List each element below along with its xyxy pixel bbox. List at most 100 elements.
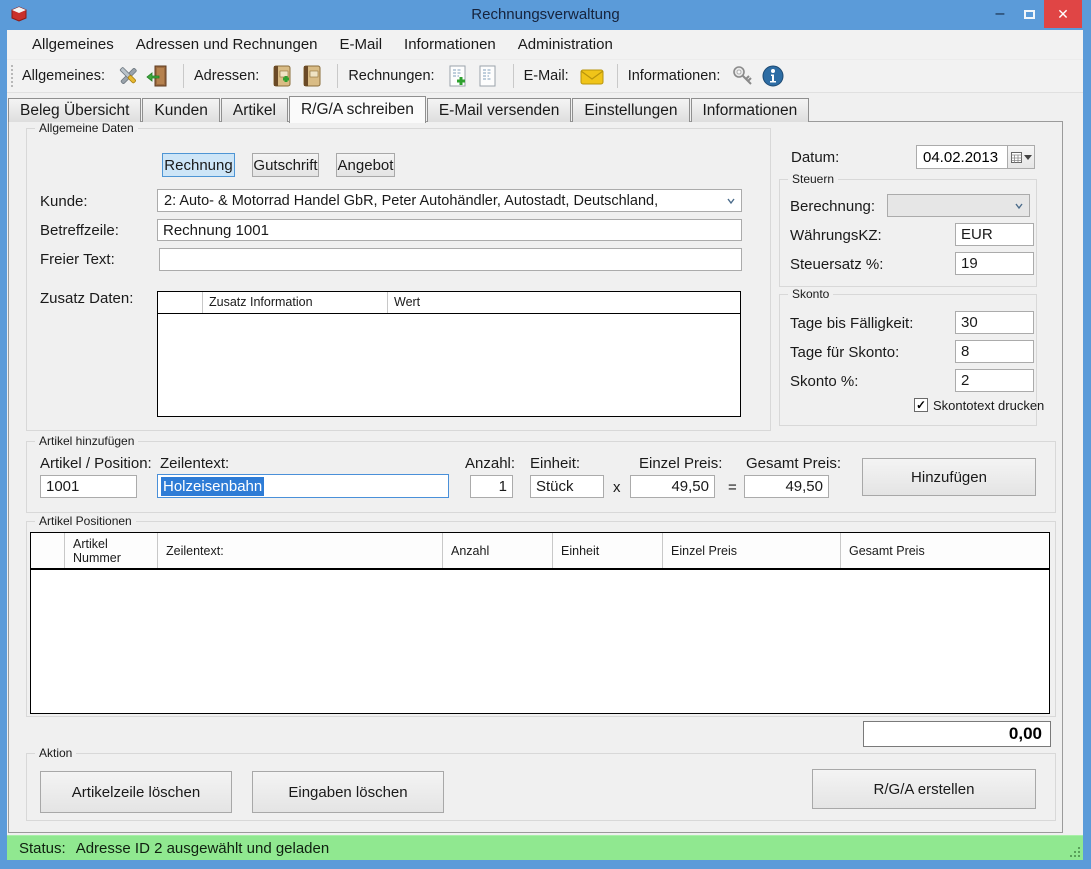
toolbar: Allgemeines: Adressen: <box>7 60 1083 93</box>
grid-header-artikel-nummer: Artikel Nummer <box>65 533 158 568</box>
info-icon <box>761 64 785 88</box>
groupbox-artikel-hinzufuegen: Artikel hinzufügen Artikel / Position: Z… <box>26 441 1056 513</box>
menu-allgemeines[interactable]: Allgemeines <box>21 31 125 58</box>
zusatz-table-header: Zusatz Information Wert <box>158 292 740 314</box>
tage-fuer-skonto-input[interactable] <box>955 340 1034 363</box>
menu-email[interactable]: E-Mail <box>329 31 394 58</box>
kunde-selected-value: 2: Auto- & Motorrad Handel GbR, Peter Au… <box>164 193 658 209</box>
betreffzeile-label: Betreffzeile: <box>40 222 119 239</box>
add-address-button[interactable] <box>267 62 297 90</box>
gesamt-preis-label: Gesamt Preis: <box>746 455 841 472</box>
status-message: Adresse ID 2 ausgewählt und geladen <box>76 840 330 857</box>
kunde-select[interactable]: 2: Auto- & Motorrad Handel GbR, Peter Au… <box>157 189 742 212</box>
hinzufuegen-button[interactable]: Hinzufügen <box>862 458 1036 496</box>
doc-type-gutschrift-button[interactable]: Gutschrift <box>252 153 319 177</box>
zeilentext-input[interactable]: Holzeisenbahn <box>157 474 449 498</box>
steuersatz-input[interactable] <box>955 252 1034 275</box>
gesamt-summe-field[interactable]: 0,00 <box>863 721 1051 747</box>
invoice-add-icon <box>446 64 470 88</box>
menu-adressen-und-rechnungen[interactable]: Adressen und Rechnungen <box>125 31 329 58</box>
zusatz-header-selector <box>158 292 203 313</box>
minimize-icon: – <box>996 5 1005 23</box>
tab-informationen[interactable]: Informationen <box>691 98 810 122</box>
app-window: Rechnungsverwaltung – ✕ Allgemeines Adre… <box>0 0 1091 869</box>
license-key-button[interactable] <box>728 62 758 90</box>
groupbox-aktion: Aktion Artikelzeile löschen Eingaben lös… <box>26 753 1056 821</box>
datum-dropdown-button[interactable] <box>1008 145 1035 169</box>
close-button[interactable]: ✕ <box>1044 0 1082 28</box>
skontotext-drucken-checkbox[interactable]: ✓ <box>914 398 928 412</box>
rga-erstellen-button[interactable]: R/G/A erstellen <box>812 769 1036 809</box>
menu-administration[interactable]: Administration <box>507 31 624 58</box>
tab-einstellungen[interactable]: Einstellungen <box>572 98 689 122</box>
grid-header-row: Artikel Nummer Zeilentext: Anzahl Einhei… <box>31 533 1049 570</box>
artikel-positionen-grid[interactable]: Artikel Nummer Zeilentext: Anzahl Einhei… <box>30 532 1050 714</box>
exit-button[interactable] <box>143 62 173 90</box>
artikelzeile-loeschen-button[interactable]: Artikelzeile löschen <box>40 771 232 813</box>
tab-kunden[interactable]: Kunden <box>142 98 219 122</box>
doc-type-rechnung-button[interactable]: Rechnung <box>162 153 235 177</box>
datum-label: Datum: <box>791 149 839 166</box>
zusatz-header-information: Zusatz Information <box>203 292 388 313</box>
gesamt-preis-input[interactable] <box>744 475 829 498</box>
key-icon <box>731 64 755 88</box>
zusatz-daten-table[interactable]: Zusatz Information Wert <box>157 291 741 417</box>
toolbar-group-adressen-label: Adressen: <box>194 68 259 84</box>
anzahl-input[interactable] <box>470 475 513 498</box>
waehrungskz-label: WährungsKZ: <box>790 227 882 244</box>
groupbox-caption: Allgemeine Daten <box>35 121 138 135</box>
doc-type-angebot-button[interactable]: Angebot <box>336 153 395 177</box>
eingaben-loeschen-button[interactable]: Eingaben löschen <box>252 771 444 813</box>
datum-input[interactable] <box>916 145 1008 169</box>
skonto-prozent-input[interactable] <box>955 369 1034 392</box>
address-book-add-icon <box>270 64 294 88</box>
zeilentext-label: Zeilentext: <box>160 455 229 472</box>
menu-informationen[interactable]: Informationen <box>393 31 507 58</box>
kunde-label: Kunde: <box>40 193 88 210</box>
exit-door-icon <box>146 64 170 88</box>
minimize-button[interactable]: – <box>985 0 1015 28</box>
tab-strip: Beleg Übersicht Kunden Artikel R/G/A sch… <box>8 96 810 122</box>
tage-bis-faelligkeit-input[interactable] <box>955 311 1034 334</box>
zeilentext-selected-text: Holzeisenbahn <box>161 477 264 496</box>
toolbar-separator <box>617 64 618 88</box>
skontotext-drucken-label: Skontotext drucken <box>933 398 1044 413</box>
about-info-button[interactable] <box>758 62 788 90</box>
tab-page-rga-schreiben: Allgemeine Daten Rechnung Gutschrift Ang… <box>8 121 1063 833</box>
tab-rga-schreiben[interactable]: R/G/A schreiben <box>289 96 426 123</box>
chevron-down-icon <box>1015 202 1023 210</box>
grid-header-einheit: Einheit <box>553 533 663 568</box>
waehrungskz-input[interactable] <box>955 223 1034 246</box>
artikel-position-input[interactable] <box>40 475 137 498</box>
new-invoice-button[interactable] <box>443 62 473 90</box>
groupbox-caption: Artikel hinzufügen <box>35 434 138 448</box>
times-operator: x <box>613 479 621 496</box>
calendar-icon <box>1011 152 1022 163</box>
tools-icon <box>116 64 140 88</box>
tab-email-versenden[interactable]: E-Mail versenden <box>427 98 572 122</box>
open-invoice-button[interactable] <box>473 62 503 90</box>
settings-tools-button[interactable] <box>113 62 143 90</box>
zusatz-header-wert: Wert <box>388 292 740 313</box>
window-title: Rechnungsverwaltung <box>0 6 1091 23</box>
tab-beleg-uebersicht[interactable]: Beleg Übersicht <box>8 98 141 122</box>
grid-header-selector <box>31 533 65 568</box>
groupbox-skonto: Skonto Tage bis Fälligkeit: Tage für Sko… <box>779 294 1037 426</box>
send-email-button[interactable] <box>577 62 607 90</box>
tage-bis-faelligkeit-label: Tage bis Fälligkeit: <box>790 315 913 332</box>
einheit-input[interactable] <box>530 475 604 498</box>
resize-grip[interactable] <box>1067 844 1080 857</box>
tab-artikel[interactable]: Artikel <box>221 98 288 122</box>
freier-text-input[interactable] <box>159 248 742 271</box>
address-book-icon <box>300 64 324 88</box>
maximize-button[interactable] <box>1015 0 1044 28</box>
datum-picker <box>916 145 1035 169</box>
groupbox-allgemeine-daten: Allgemeine Daten Rechnung Gutschrift Ang… <box>26 128 771 431</box>
toolbar-grip[interactable] <box>11 65 14 87</box>
toolbar-group-email-label: E-Mail: <box>524 68 569 84</box>
betreffzeile-input[interactable] <box>157 219 742 241</box>
client-area: Allgemeines Adressen und Rechnungen E-Ma… <box>7 30 1083 860</box>
berechnung-select[interactable] <box>887 194 1030 217</box>
open-address-book-button[interactable] <box>297 62 327 90</box>
einzel-preis-input[interactable] <box>630 475 715 498</box>
